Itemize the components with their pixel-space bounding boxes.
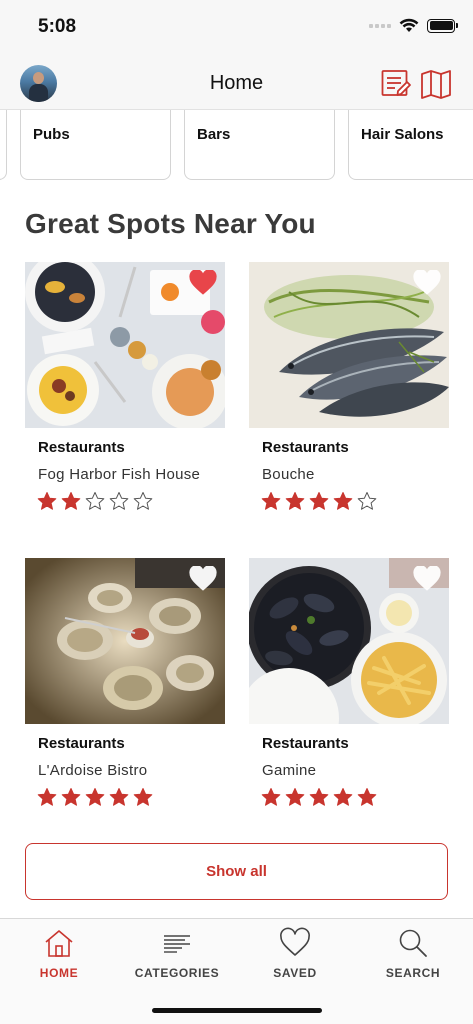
spot-card[interactable]: Restaurants L'Ardoise Bistro: [25, 558, 225, 807]
spot-card[interactable]: Restaurants Fog Harbor Fish House: [25, 262, 225, 511]
spot-category: Restaurants: [262, 439, 349, 456]
heart-icon: [280, 927, 310, 956]
star-filled-icon: [333, 788, 353, 806]
star-filled-icon: [133, 788, 153, 806]
category-card-bars[interactable]: Bars: [184, 110, 335, 180]
category-label: Hair Salons: [361, 126, 444, 143]
home-icon: [45, 930, 73, 957]
spot-card[interactable]: Restaurants Bouche: [249, 262, 449, 511]
spot-card[interactable]: Restaurants Gamine: [249, 558, 449, 807]
tab-label: HOME: [39, 966, 79, 980]
nav-bar: Home: [0, 52, 473, 110]
status-icons: [369, 18, 458, 33]
tab-categories[interactable]: CATEGORIES: [118, 927, 236, 980]
cellular-signal-icon: [369, 23, 391, 28]
star-rating: [37, 491, 225, 511]
tab-search[interactable]: SEARCH: [354, 927, 472, 980]
star-filled-icon: [37, 788, 57, 806]
star-empty-icon: [357, 492, 377, 510]
section-title: Great Spots Near You: [25, 208, 316, 239]
star-filled-icon: [357, 788, 377, 806]
star-filled-icon: [261, 492, 281, 510]
search-icon: [399, 929, 427, 957]
spot-photo[interactable]: [249, 558, 449, 724]
spot-name: Bouche: [262, 466, 315, 483]
spot-name: L'Ardoise Bistro: [38, 762, 148, 779]
star-filled-icon: [261, 788, 281, 806]
category-carousel[interactable]: Pubs Bars Hair Salons: [0, 110, 473, 182]
write-review-icon[interactable]: [380, 68, 412, 100]
spot-photo[interactable]: [249, 262, 449, 428]
show-all-button[interactable]: Show all: [25, 843, 448, 900]
wifi-icon: [399, 18, 419, 32]
heart-icon[interactable]: [189, 566, 217, 592]
status-time: 5:08: [38, 16, 77, 37]
star-filled-icon: [61, 492, 81, 510]
category-card-hair-salons[interactable]: Hair Salons: [348, 110, 473, 180]
star-filled-icon: [309, 492, 329, 510]
tab-home[interactable]: HOME: [0, 927, 118, 980]
tab-label: CATEGORIES: [134, 966, 220, 980]
category-label: Bars: [197, 126, 231, 143]
status-bar: 5:08: [0, 0, 473, 52]
category-label: Pubs: [33, 126, 70, 143]
star-filled-icon: [285, 788, 305, 806]
heart-icon[interactable]: [189, 270, 217, 296]
star-filled-icon: [61, 788, 81, 806]
tab-label: SAVED: [273, 966, 317, 980]
star-empty-icon: [133, 492, 153, 510]
category-card-pubs[interactable]: Pubs: [20, 110, 171, 180]
category-card-partial[interactable]: [0, 110, 7, 180]
tab-saved[interactable]: SAVED: [236, 927, 354, 980]
spot-category: Restaurants: [38, 439, 125, 456]
heart-icon[interactable]: [413, 270, 441, 296]
star-filled-icon: [333, 492, 353, 510]
spot-photo[interactable]: [25, 558, 225, 724]
spot-category: Restaurants: [38, 735, 125, 752]
star-filled-icon: [285, 492, 305, 510]
map-icon[interactable]: [420, 68, 452, 100]
heart-icon[interactable]: [413, 566, 441, 592]
star-filled-icon: [109, 788, 129, 806]
spot-category: Restaurants: [262, 735, 349, 752]
star-filled-icon: [85, 788, 105, 806]
star-empty-icon: [85, 492, 105, 510]
battery-icon: [427, 18, 458, 33]
categories-icon: [164, 935, 190, 953]
spot-name: Fog Harbor Fish House: [38, 466, 201, 483]
star-empty-icon: [109, 492, 129, 510]
spot-name: Gamine: [262, 762, 317, 779]
star-filled-icon: [37, 492, 57, 510]
tab-label: SEARCH: [385, 966, 441, 980]
spot-photo[interactable]: [25, 262, 225, 428]
home-indicator: [152, 1008, 322, 1013]
star-rating: [37, 787, 225, 807]
star-filled-icon: [309, 788, 329, 806]
star-rating: [261, 787, 449, 807]
star-rating: [261, 491, 449, 511]
